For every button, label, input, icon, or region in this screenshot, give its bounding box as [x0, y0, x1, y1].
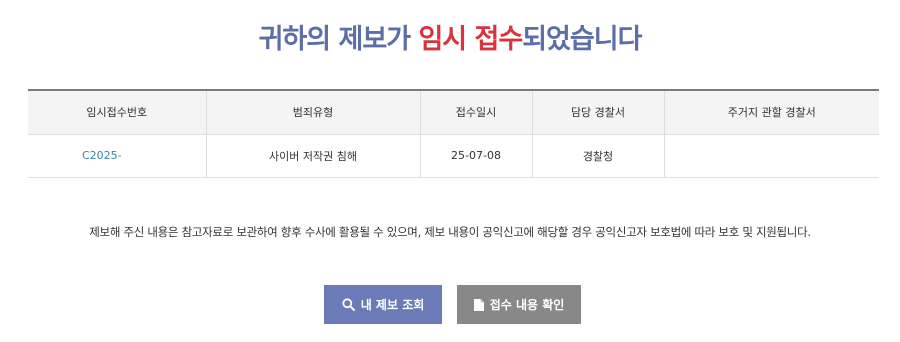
- cell-receipt-no: C2025-: [28, 134, 207, 178]
- header-crime-type: 범죄유형: [206, 89, 421, 135]
- cell-crime-type: 사이버 저작권 침해: [206, 134, 421, 178]
- receipt-table: 임시접수번호 범죄유형 접수일시 담당 경찰서 주거지 관할 경찰서 C2025…: [28, 89, 879, 178]
- cell-residence-station: [664, 134, 879, 178]
- confirm-receipt-label: 접수 내용 확인: [489, 298, 565, 312]
- table-header-row: 임시접수번호 범죄유형 접수일시 담당 경찰서 주거지 관할 경찰서: [28, 89, 879, 135]
- header-residence-station: 주거지 관할 경찰서: [664, 89, 879, 135]
- my-report-inquiry-button[interactable]: 내 제보 조회: [324, 285, 442, 324]
- cell-station: 경찰청: [532, 134, 665, 178]
- report-complete-page: 귀하의 제보가 임시 접수되었습니다 임시접수번호 범죄유형 접수일시 담당 경…: [0, 0, 900, 342]
- header-receipt-no: 임시접수번호: [28, 89, 207, 135]
- my-report-inquiry-label: 내 제보 조회: [360, 298, 425, 312]
- header-station: 담당 경찰서: [532, 89, 665, 135]
- cell-received-date: 25-07-08: [420, 134, 533, 178]
- search-icon: [342, 298, 355, 311]
- document-icon: [473, 298, 484, 311]
- notice-text: 제보해 주신 내용은 참고자료로 보관하여 향후 수사에 활용될 수 있으며, …: [89, 225, 811, 239]
- page-title: 귀하의 제보가 임시 접수되었습니다: [0, 18, 900, 62]
- header-received-date: 접수일시: [420, 89, 533, 135]
- title-part1: 귀하의 제보가: [258, 24, 419, 55]
- title-highlight: 임시 접수: [418, 24, 523, 55]
- table-row: C2025- 사이버 저작권 침해 25-07-08 경찰청: [28, 134, 879, 178]
- confirm-receipt-button[interactable]: 접수 내용 확인: [457, 285, 581, 324]
- title-part2: 되었습니다: [522, 24, 642, 55]
